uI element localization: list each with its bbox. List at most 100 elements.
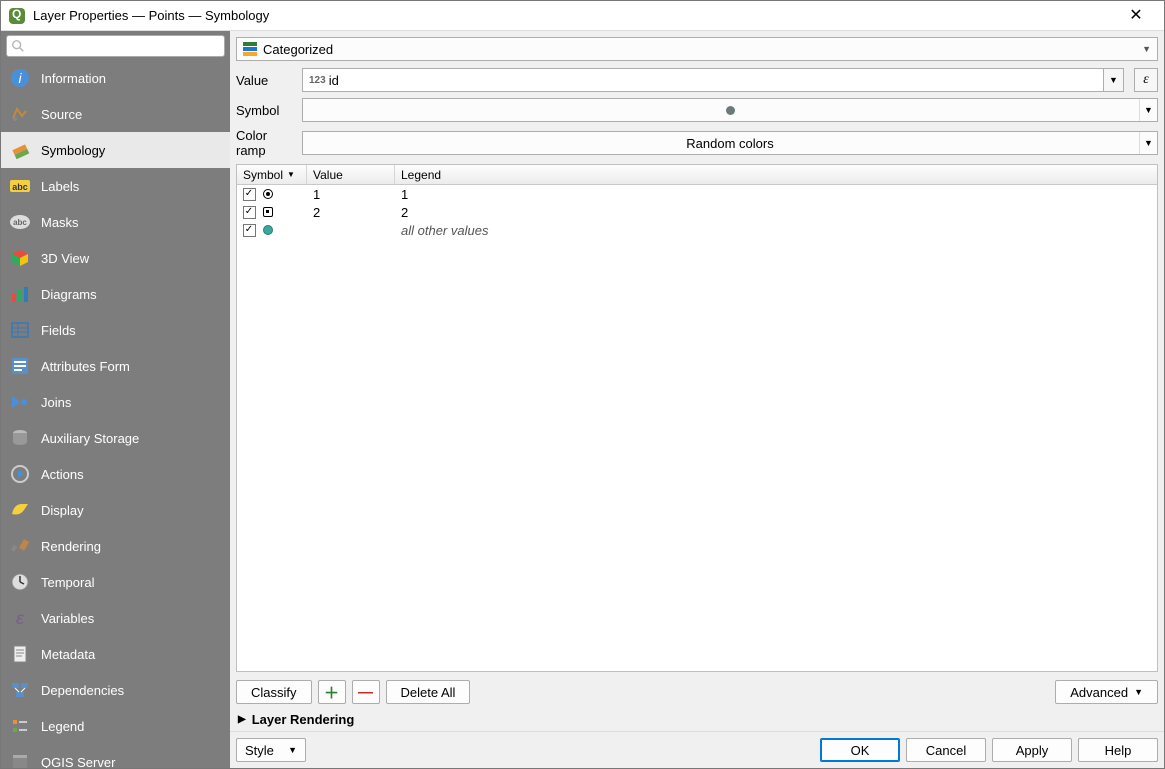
table-row[interactable]: ✓ 1 1 [237, 185, 1157, 203]
sidebar-item-joins[interactable]: Joins [1, 384, 230, 420]
expression-button[interactable]: ε [1134, 68, 1158, 92]
sidebar-item-variables[interactable]: ε Variables [1, 600, 230, 636]
renderer-mode-label: Categorized [263, 42, 333, 57]
sidebar-item-label: Display [41, 503, 84, 518]
remove-class-button[interactable]: — [352, 680, 380, 704]
sidebar-item-attributes-form[interactable]: Attributes Form [1, 348, 230, 384]
sidebar-item-legend[interactable]: Legend [1, 708, 230, 744]
row-checkbox[interactable]: ✓ [243, 206, 256, 219]
sidebar-item-diagrams[interactable]: Diagrams [1, 276, 230, 312]
sidebar-item-3dview[interactable]: 3D View [1, 240, 230, 276]
sidebar-item-label: Temporal [41, 575, 94, 590]
value-field-combo[interactable]: 123 id [302, 68, 1104, 92]
header-symbol[interactable]: Symbol▼ [237, 165, 307, 184]
sidebar-item-temporal[interactable]: Temporal [1, 564, 230, 600]
row-checkbox[interactable]: ✓ [243, 224, 256, 237]
display-icon [9, 499, 31, 521]
sidebar-item-label: Metadata [41, 647, 95, 662]
temporal-icon [9, 571, 31, 593]
dialog-button-bar: Style▼ OK Cancel Apply Help [230, 731, 1164, 768]
sidebar-item-label: Variables [41, 611, 94, 626]
row-legend: 2 [395, 205, 1157, 220]
fields-icon [9, 319, 31, 341]
sidebar-item-auxiliary-storage[interactable]: Auxiliary Storage [1, 420, 230, 456]
chevron-down-icon[interactable]: ▼ [1139, 132, 1157, 154]
svg-text:ε: ε [16, 608, 25, 628]
svg-text:abc: abc [12, 182, 28, 192]
classes-table-header: Symbol▼ Value Legend [237, 165, 1157, 185]
dialog-window: Layer Properties — Points — Symbology ✕ … [0, 0, 1165, 769]
header-legend[interactable]: Legend [395, 165, 1157, 184]
advanced-button[interactable]: Advanced▼ [1055, 680, 1158, 704]
sidebar-item-actions[interactable]: Actions [1, 456, 230, 492]
sidebar-item-information[interactable]: i Information [1, 60, 230, 96]
row-checkbox[interactable]: ✓ [243, 188, 256, 201]
variables-icon: ε [9, 607, 31, 629]
symbology-icon [9, 139, 31, 161]
header-value[interactable]: Value [307, 165, 395, 184]
sidebar-item-label: Symbology [41, 143, 105, 158]
sidebar-search-input[interactable] [29, 39, 220, 53]
add-class-button[interactable]: ＋ [318, 680, 346, 704]
apply-button[interactable]: Apply [992, 738, 1072, 762]
layer-rendering-toggle[interactable]: ▶ Layer Rendering [230, 708, 1164, 731]
search-icon [11, 39, 25, 53]
chevron-down-icon: ▼ [288, 745, 297, 755]
source-icon [9, 103, 31, 125]
labels-icon: abc [9, 175, 31, 197]
classes-table-body[interactable]: ✓ 1 1 ✓ 2 2 ✓ all ot [237, 185, 1157, 671]
sidebar-item-masks[interactable]: abc Masks [1, 204, 230, 240]
metadata-icon [9, 643, 31, 665]
value-field-dropdown[interactable]: ▼ [1104, 68, 1124, 92]
sidebar-item-fields[interactable]: Fields [1, 312, 230, 348]
dependencies-icon [9, 679, 31, 701]
classes-table: Symbol▼ Value Legend ✓ 1 1 ✓ 2 [236, 164, 1158, 672]
sidebar-item-display[interactable]: Display [1, 492, 230, 528]
sidebar-item-dependencies[interactable]: Dependencies [1, 672, 230, 708]
sidebar-item-metadata[interactable]: Metadata [1, 636, 230, 672]
sidebar-item-label: Labels [41, 179, 79, 194]
symbol-button[interactable]: ▼ [302, 98, 1158, 122]
sidebar-item-rendering[interactable]: Rendering [1, 528, 230, 564]
colorramp-label: Color ramp [236, 128, 296, 158]
cancel-button[interactable]: Cancel [906, 738, 986, 762]
sidebar-item-source[interactable]: Source [1, 96, 230, 132]
info-icon: i [9, 67, 31, 89]
sidebar-item-label: Information [41, 71, 106, 86]
svg-text:abc: abc [13, 218, 27, 227]
renderer-mode-combo[interactable]: Categorized ▼ [236, 37, 1158, 61]
sidebar-item-label: Dependencies [41, 683, 124, 698]
qgis-server-icon [9, 751, 31, 768]
colorramp-value: Random colors [686, 136, 773, 151]
close-button[interactable]: ✕ [1116, 2, 1156, 30]
sidebar-item-label: Auxiliary Storage [41, 431, 139, 446]
style-menu-button[interactable]: Style▼ [236, 738, 306, 762]
sidebar-nav-list: i Information Source Symbology abc Label… [1, 60, 230, 768]
colorramp-button[interactable]: Random colors ▼ [302, 131, 1158, 155]
ok-button[interactable]: OK [820, 738, 900, 762]
sidebar-item-labels[interactable]: abc Labels [1, 168, 230, 204]
sidebar-item-label: Source [41, 107, 82, 122]
table-row[interactable]: ✓ 2 2 [237, 203, 1157, 221]
sidebar-item-label: Rendering [41, 539, 101, 554]
sidebar-item-label: QGIS Server [41, 755, 115, 769]
sidebar-item-qgis-server[interactable]: QGIS Server [1, 744, 230, 768]
classes-action-row: Classify ＋ — Delete All Advanced▼ [230, 676, 1164, 708]
classify-button[interactable]: Classify [236, 680, 312, 704]
help-button[interactable]: Help [1078, 738, 1158, 762]
chevron-down-icon[interactable]: ▼ [1139, 99, 1157, 121]
sidebar-item-label: Masks [41, 215, 79, 230]
sort-icon: ▼ [287, 170, 295, 179]
value-field-text: id [329, 73, 339, 88]
sidebar-search[interactable] [6, 35, 225, 57]
table-row[interactable]: ✓ all other values [237, 221, 1157, 239]
sidebar-item-symbology[interactable]: Symbology [1, 132, 230, 168]
delete-all-button[interactable]: Delete All [386, 680, 471, 704]
layer-rendering-label: Layer Rendering [252, 712, 355, 727]
triangle-right-icon: ▶ [238, 714, 246, 725]
window-title: Layer Properties — Points — Symbology [33, 8, 1116, 23]
row-symbol-icon [263, 207, 273, 217]
row-symbol-icon [263, 189, 273, 199]
app-icon [9, 8, 25, 24]
row-symbol-icon [263, 225, 273, 235]
